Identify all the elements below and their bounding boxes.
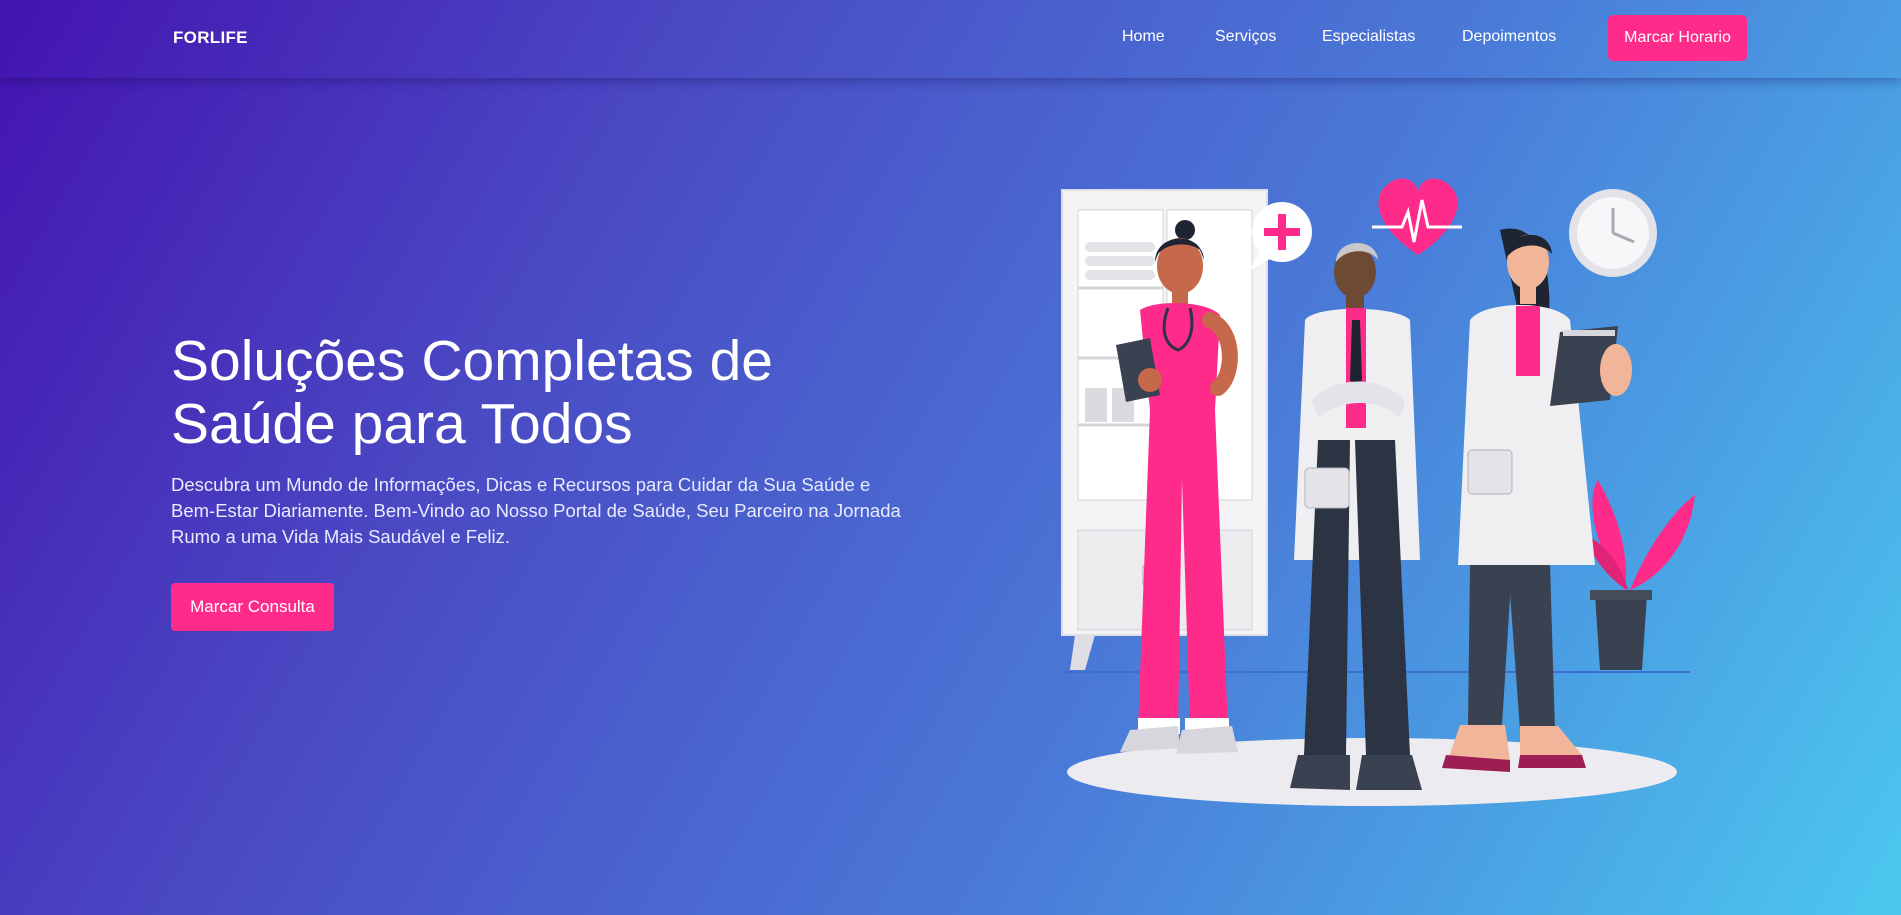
- nav-link-depoimentos[interactable]: Depoimentos: [1462, 28, 1556, 46]
- clock-icon: [1569, 189, 1657, 277]
- plant-icon: [1580, 480, 1695, 670]
- book-consultation-button[interactable]: Marcar Consulta: [171, 583, 334, 631]
- navbar: FORLIFE Home Serviços Especialistas Depo…: [0, 0, 1901, 78]
- senior-doctor-figure: [1290, 242, 1422, 790]
- hero-title-line1: Soluções Completas de: [171, 329, 774, 393]
- book-appointment-button[interactable]: Marcar Horario: [1608, 15, 1747, 61]
- nav-link-servicos[interactable]: Serviços: [1215, 28, 1276, 46]
- nav-link-home[interactable]: Home: [1122, 28, 1165, 46]
- hero-description: Descubra um Mundo de Informações, Dicas …: [171, 474, 901, 547]
- nav-link-especialistas[interactable]: Especialistas: [1322, 28, 1415, 46]
- hero-title-line2: Saúde para Todos: [171, 392, 633, 456]
- hero-title: Soluções Completas de Saúde para Todos: [171, 330, 931, 456]
- heartbeat-icon: [1372, 178, 1462, 255]
- doctors-illustration: [1060, 178, 1695, 806]
